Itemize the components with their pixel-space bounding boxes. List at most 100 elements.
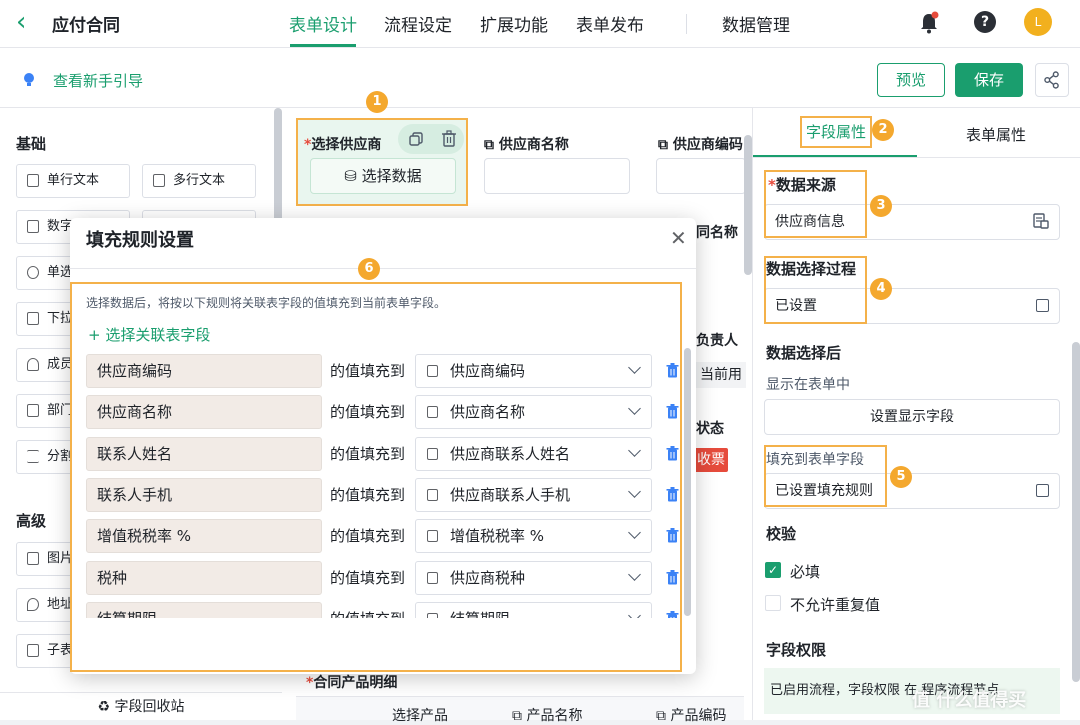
trash-icon[interactable] <box>666 528 679 543</box>
chevron-down-icon <box>628 526 641 539</box>
database-icon: ⛁ <box>344 167 362 185</box>
save-button[interactable]: 保存 <box>955 63 1023 97</box>
text-icon <box>427 530 438 542</box>
tab-data-management[interactable]: 数据管理 <box>722 11 790 36</box>
annotation-badge-1: 1 <box>366 91 388 113</box>
dialog-title: 填充规则设置 <box>86 230 194 251</box>
dropdown-icon <box>27 312 39 325</box>
annotation-badge-6: 6 <box>358 258 380 280</box>
close-icon[interactable]: ✕ <box>670 226 687 250</box>
fill-into-text: 的值填充到 <box>330 445 406 463</box>
guide-link[interactable]: 查看新手引导 <box>53 70 143 91</box>
chevron-down-icon <box>628 568 641 581</box>
tab-process[interactable]: 流程设定 <box>384 11 452 36</box>
source-field: 增值税税率 % <box>86 519 322 553</box>
supplier-code-label: ⧉ 供应商编码 <box>658 137 743 153</box>
fill-into-text: 的值填充到 <box>330 486 406 504</box>
dialog-hint: 选择数据后，将按以下规则将关联表字段的值填充到当前表单字段。 <box>86 296 447 310</box>
copy-icon[interactable] <box>408 131 424 147</box>
text-icon <box>153 174 165 187</box>
app-title: 应付合同 <box>52 16 120 36</box>
source-field: 联系人手机 <box>86 478 322 512</box>
link-icon: ⧉ <box>658 137 673 153</box>
right-tab-divider <box>753 157 1080 158</box>
trash-icon[interactable] <box>666 446 679 461</box>
highlight-data-process <box>764 256 867 324</box>
target-field-select[interactable]: 供应商名称 <box>415 395 652 429</box>
widget-multi-line-text[interactable]: 多行文本 <box>142 164 256 198</box>
fill-into-text: 的值填充到 <box>330 403 406 421</box>
annotation-badge-2: 2 <box>872 119 894 141</box>
link-icon: ⧉ <box>484 137 499 153</box>
subtable-icon <box>27 644 39 657</box>
trash-icon[interactable] <box>666 487 679 502</box>
tab-form-design[interactable]: 表单设计 <box>289 11 357 36</box>
source-field: 供应商名称 <box>86 395 322 429</box>
field-recycle-bin[interactable]: ♻ 字段回收站 <box>0 692 282 720</box>
trash-icon[interactable] <box>666 404 679 419</box>
radio-icon <box>27 266 39 279</box>
text-icon <box>427 572 438 584</box>
share-icon[interactable] <box>1035 63 1069 97</box>
col-product-code: ⧉ 产品编码 <box>656 708 727 724</box>
trash-icon[interactable] <box>666 570 679 585</box>
annotation-badge-4: 4 <box>870 278 892 300</box>
supplier-name-label: ⧉ 供应商名称 <box>484 137 569 153</box>
target-field-select[interactable]: 供应商联系人手机 <box>415 478 652 512</box>
watermark: 值 什么值得买 <box>912 690 1027 711</box>
target-field-select[interactable]: 供应商编码 <box>415 354 652 388</box>
recycle-icon: ♻ <box>97 699 115 715</box>
avatar[interactable]: L <box>1024 8 1052 36</box>
active-tab-indicator <box>290 44 356 47</box>
text-icon <box>427 448 438 460</box>
fill-into-text: 的值填充到 <box>330 569 406 587</box>
text-icon <box>27 174 39 187</box>
table-select-icon[interactable] <box>1032 212 1050 230</box>
help-icon[interactable]: ? <box>974 11 996 33</box>
supplier-name-input[interactable] <box>484 158 630 194</box>
basic-section-title: 基础 <box>16 135 47 153</box>
widget-single-line-text[interactable]: 单行文本 <box>16 164 130 198</box>
product-detail-section: *合同产品明细 <box>306 675 398 691</box>
highlight-data-source <box>764 170 867 238</box>
trash-icon[interactable] <box>666 363 679 378</box>
dialog-header-divider <box>70 268 696 269</box>
target-field-select[interactable]: 供应商联系人姓名 <box>415 437 652 471</box>
col-select-product: 选择产品 <box>392 708 448 724</box>
back-arrow-icon[interactable]: ‹ <box>16 8 26 36</box>
annotation-badge-5: 5 <box>890 466 912 488</box>
field-permission-label: 字段权限 <box>766 641 827 659</box>
tab-field-properties[interactable]: 字段属性 <box>800 116 872 148</box>
select-supplier-label: *选择供应商 <box>304 137 382 153</box>
bell-icon[interactable] <box>918 11 940 35</box>
chevron-down-icon <box>628 361 641 374</box>
text-icon <box>427 489 438 501</box>
supplier-code-input[interactable] <box>656 158 746 194</box>
source-field: 税种 <box>86 561 322 595</box>
annotation-badge-3: 3 <box>870 195 892 217</box>
text-icon <box>427 365 438 377</box>
tab-publish[interactable]: 表单发布 <box>576 11 644 36</box>
chevron-down-icon <box>628 444 641 457</box>
edit-icon[interactable] <box>1036 299 1049 312</box>
source-field: 供应商编码 <box>86 354 322 388</box>
preview-button[interactable]: 预览 <box>877 63 945 97</box>
tab-form-properties[interactable]: 表单属性 <box>966 124 1026 145</box>
tab-extensions[interactable]: 扩展功能 <box>480 11 548 36</box>
target-field-select[interactable]: 增值税税率 % <box>415 519 652 553</box>
nav-separator <box>686 14 687 34</box>
text-icon <box>427 406 438 418</box>
chevron-down-icon <box>628 485 641 498</box>
chevron-down-icon <box>628 402 641 415</box>
lightbulb-icon <box>24 73 34 86</box>
select-data-button[interactable]: ⛁ 选择数据 <box>310 158 456 194</box>
col-product-name: ⧉ 产品名称 <box>512 708 583 724</box>
fill-into-text: 的值填充到 <box>330 362 406 380</box>
canvas-scrollbar[interactable] <box>744 135 752 275</box>
contract-name-label-partial: 同名称 <box>696 225 738 241</box>
delete-icon[interactable] <box>441 130 457 147</box>
target-field-select[interactable]: 供应商税种 <box>415 561 652 595</box>
fill-into-text: 的值填充到 <box>330 527 406 545</box>
number-icon <box>27 220 39 233</box>
source-field: 联系人姓名 <box>86 437 322 471</box>
